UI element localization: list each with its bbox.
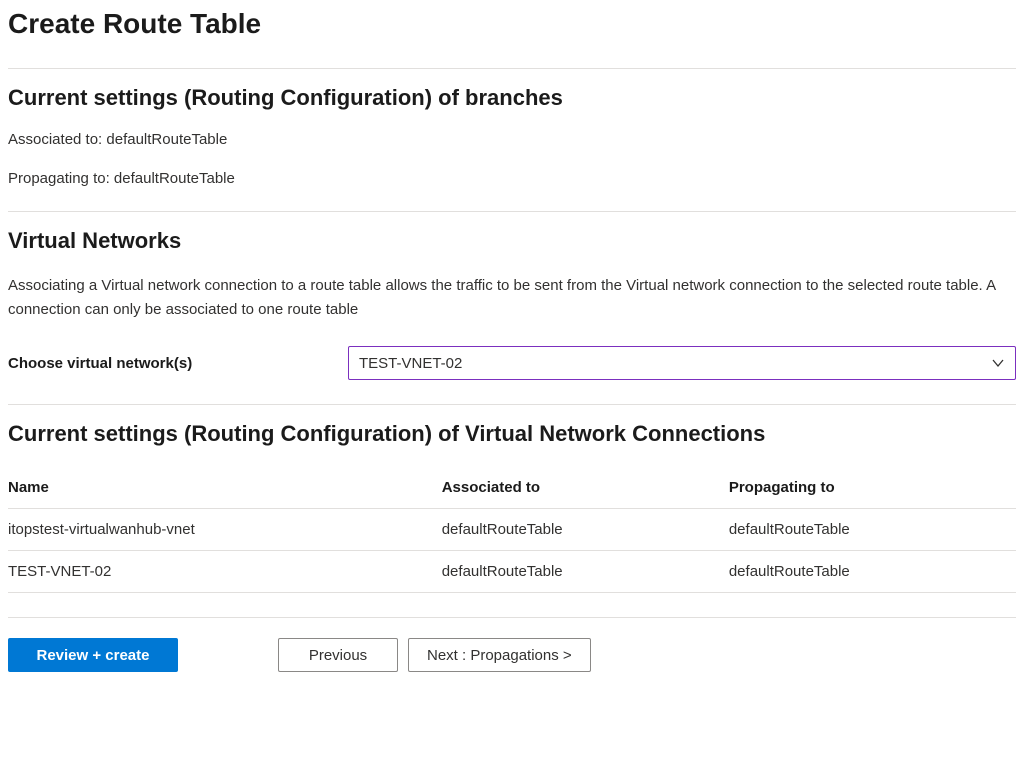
cell-associated: defaultRouteTable — [442, 551, 729, 593]
footer-spacer — [188, 638, 268, 672]
previous-button[interactable]: Previous — [278, 638, 398, 672]
wizard-footer: Review + create Previous Next : Propagat… — [8, 617, 1016, 672]
virtual-networks-description: Associating a Virtual network connection… — [8, 274, 1016, 322]
table-row: TEST-VNET-02 defaultRouteTable defaultRo… — [8, 551, 1016, 593]
cell-associated: defaultRouteTable — [442, 509, 729, 551]
choose-vnet-row: Choose virtual network(s) TEST-VNET-02 — [8, 346, 1016, 380]
choose-vnet-label: Choose virtual network(s) — [8, 355, 348, 372]
cell-propagating: defaultRouteTable — [729, 551, 1016, 593]
cell-name: TEST-VNET-02 — [8, 551, 442, 593]
propagating-to-value: Propagating to: defaultRouteTable — [8, 170, 1016, 187]
choose-vnet-selected: TEST-VNET-02 — [359, 355, 462, 372]
virtual-networks-section: Virtual Networks Associating a Virtual n… — [8, 211, 1016, 380]
cell-name: itopstest-virtualwanhub-vnet — [8, 509, 442, 551]
connections-title: Current settings (Routing Configuration)… — [8, 421, 1016, 447]
connections-section: Current settings (Routing Configuration)… — [8, 404, 1016, 593]
col-propagating: Propagating to — [729, 467, 1016, 509]
branches-section: Current settings (Routing Configuration)… — [8, 68, 1016, 187]
associated-to-value: Associated to: defaultRouteTable — [8, 131, 1016, 148]
col-associated: Associated to — [442, 467, 729, 509]
cell-propagating: defaultRouteTable — [729, 509, 1016, 551]
connections-table: Name Associated to Propagating to itopst… — [8, 467, 1016, 593]
chevron-down-icon — [991, 356, 1005, 370]
next-button[interactable]: Next : Propagations > — [408, 638, 591, 672]
virtual-networks-title: Virtual Networks — [8, 228, 1016, 254]
page-title: Create Route Table — [8, 8, 1016, 40]
col-name: Name — [8, 467, 442, 509]
review-create-button[interactable]: Review + create — [8, 638, 178, 672]
table-row: itopstest-virtualwanhub-vnet defaultRout… — [8, 509, 1016, 551]
branches-section-title: Current settings (Routing Configuration)… — [8, 85, 1016, 111]
choose-vnet-dropdown[interactable]: TEST-VNET-02 — [348, 346, 1016, 380]
